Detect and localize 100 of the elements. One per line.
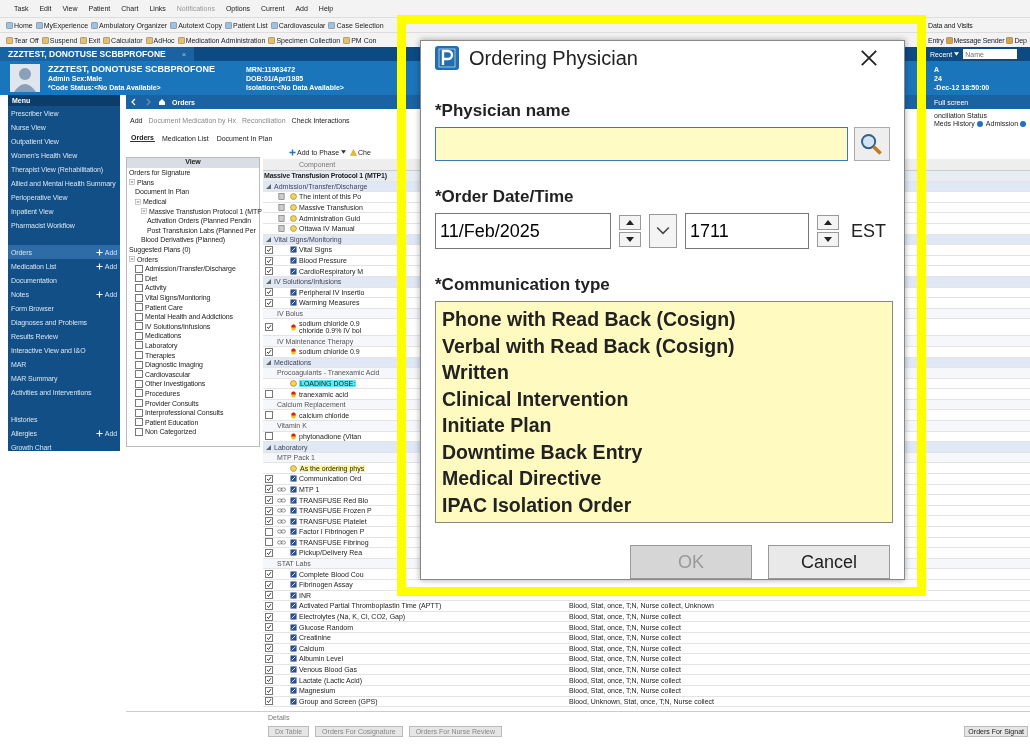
list-option[interactable]: Verbal with Read Back (Cosign): [442, 332, 886, 359]
checkbox[interactable]: [135, 303, 143, 312]
order-icon: [290, 267, 297, 275]
checkbox[interactable]: [135, 418, 143, 427]
checkbox[interactable]: [135, 370, 143, 379]
checkbox[interactable]: [264, 612, 273, 621]
close-icon[interactable]: [860, 49, 878, 67]
checkbox[interactable]: [264, 665, 273, 674]
capsule-icon: [290, 432, 297, 440]
order-icon: [290, 666, 297, 673]
square-icon: [328, 21, 336, 29]
home-icon[interactable]: [158, 98, 166, 106]
checkbox[interactable]: [135, 351, 143, 360]
date-field[interactable]: 11/Feb/2025: [435, 213, 611, 249]
order-icon: [290, 288, 297, 296]
dialog-title: Ordering Physician: [469, 46, 639, 70]
checkbox[interactable]: [264, 298, 273, 307]
checkbox[interactable]: [264, 591, 273, 600]
square-icon: [6, 21, 13, 29]
checkbox[interactable]: [264, 506, 273, 515]
checkbox[interactable]: [264, 549, 273, 557]
list-option[interactable]: Medical Directive: [442, 465, 886, 492]
checkbox[interactable]: [135, 408, 143, 417]
checkbox[interactable]: [264, 474, 273, 483]
checkbox[interactable]: [264, 633, 273, 642]
checkbox[interactable]: [135, 293, 143, 302]
checkbox[interactable]: [264, 527, 273, 536]
checkbox[interactable]: [135, 379, 143, 388]
time-field[interactable]: 1711: [685, 213, 809, 249]
checkbox[interactable]: [135, 283, 143, 292]
list-option[interactable]: Downtime Back Entry: [442, 438, 886, 465]
caret-icon: [341, 150, 347, 154]
checkbox[interactable]: [135, 399, 143, 408]
order-icon: [290, 538, 297, 546]
checkbox[interactable]: [264, 390, 273, 399]
checkbox[interactable]: [264, 676, 273, 685]
checkbox[interactable]: [264, 517, 273, 526]
field-label: *Physician name: [435, 101, 572, 121]
checkbox[interactable]: [264, 347, 273, 356]
capsule-icon: [290, 390, 297, 398]
order-icon: [290, 591, 297, 599]
list-option[interactable]: Phone with Read Back (Cosign): [442, 306, 886, 333]
list-option[interactable]: Initiate Plan: [442, 412, 886, 439]
checkbox[interactable]: [264, 644, 273, 653]
caret-icon: [954, 52, 960, 56]
checkbox[interactable]: [264, 496, 273, 504]
capsule-icon: [290, 323, 297, 331]
checkbox[interactable]: [135, 322, 143, 331]
expand-arrow-icon[interactable]: [266, 183, 271, 189]
list-option[interactable]: IPAC Isolation Order: [442, 491, 886, 518]
checkbox[interactable]: [264, 267, 273, 276]
checkbox[interactable]: [264, 538, 273, 547]
list-option[interactable]: Clinical Intervention: [442, 385, 886, 412]
chevron-down-icon: [656, 226, 670, 236]
expand-arrow-icon[interactable]: [266, 359, 271, 365]
checkbox[interactable]: [264, 323, 273, 332]
cancel-button[interactable]: Cancel: [768, 545, 890, 579]
checkbox[interactable]: [135, 274, 143, 283]
checkbox[interactable]: [135, 312, 143, 321]
checkbox[interactable]: [264, 485, 273, 494]
back-icon[interactable]: [130, 98, 138, 106]
warning-icon: [350, 148, 358, 156]
checkbox[interactable]: [264, 580, 273, 589]
checkbox[interactable]: [264, 288, 273, 297]
order-icon: [290, 602, 297, 610]
checkbox[interactable]: [135, 360, 143, 369]
square-icon: [80, 36, 88, 44]
order-icon: [290, 581, 297, 589]
close-icon[interactable]: ×: [181, 49, 187, 59]
expand-arrow-icon[interactable]: [266, 279, 271, 285]
patient-tab[interactable]: ZZZTEST, DONOTUSE SCBBPROFONE ×: [0, 47, 195, 61]
expand-arrow-icon[interactable]: [266, 444, 271, 450]
list-option[interactable]: Written: [442, 359, 886, 386]
checkbox[interactable]: [135, 427, 143, 436]
search-button[interactable]: [854, 127, 890, 161]
square-icon: [35, 21, 43, 29]
timezone-label: EST: [851, 220, 886, 242]
calendar-dropdown-button[interactable]: [649, 214, 677, 248]
checkbox[interactable]: [135, 389, 143, 398]
checkbox[interactable]: [264, 411, 273, 420]
physician-name-field[interactable]: [435, 127, 849, 161]
checkbox[interactable]: [264, 697, 273, 706]
order-icon: [290, 570, 297, 578]
checkbox[interactable]: [264, 256, 273, 265]
order-icon: [290, 687, 297, 695]
checkbox[interactable]: [264, 570, 273, 579]
expand-arrow-icon[interactable]: [266, 236, 271, 242]
checkbox[interactable]: [264, 654, 273, 663]
order-icon: [290, 485, 297, 493]
checkbox[interactable]: [264, 432, 273, 441]
search-icon: [859, 132, 884, 156]
checkbox[interactable]: [264, 686, 273, 695]
checkbox[interactable]: [264, 601, 273, 610]
checkbox[interactable]: [135, 341, 143, 350]
order-icon: [290, 613, 297, 621]
checkbox[interactable]: [135, 264, 143, 273]
checkbox[interactable]: [264, 623, 273, 632]
checkbox[interactable]: [135, 331, 143, 340]
patient-name: ZZZTEST, DONOTUSE SCBBPROFONE: [48, 64, 216, 74]
checkbox[interactable]: [264, 245, 273, 254]
